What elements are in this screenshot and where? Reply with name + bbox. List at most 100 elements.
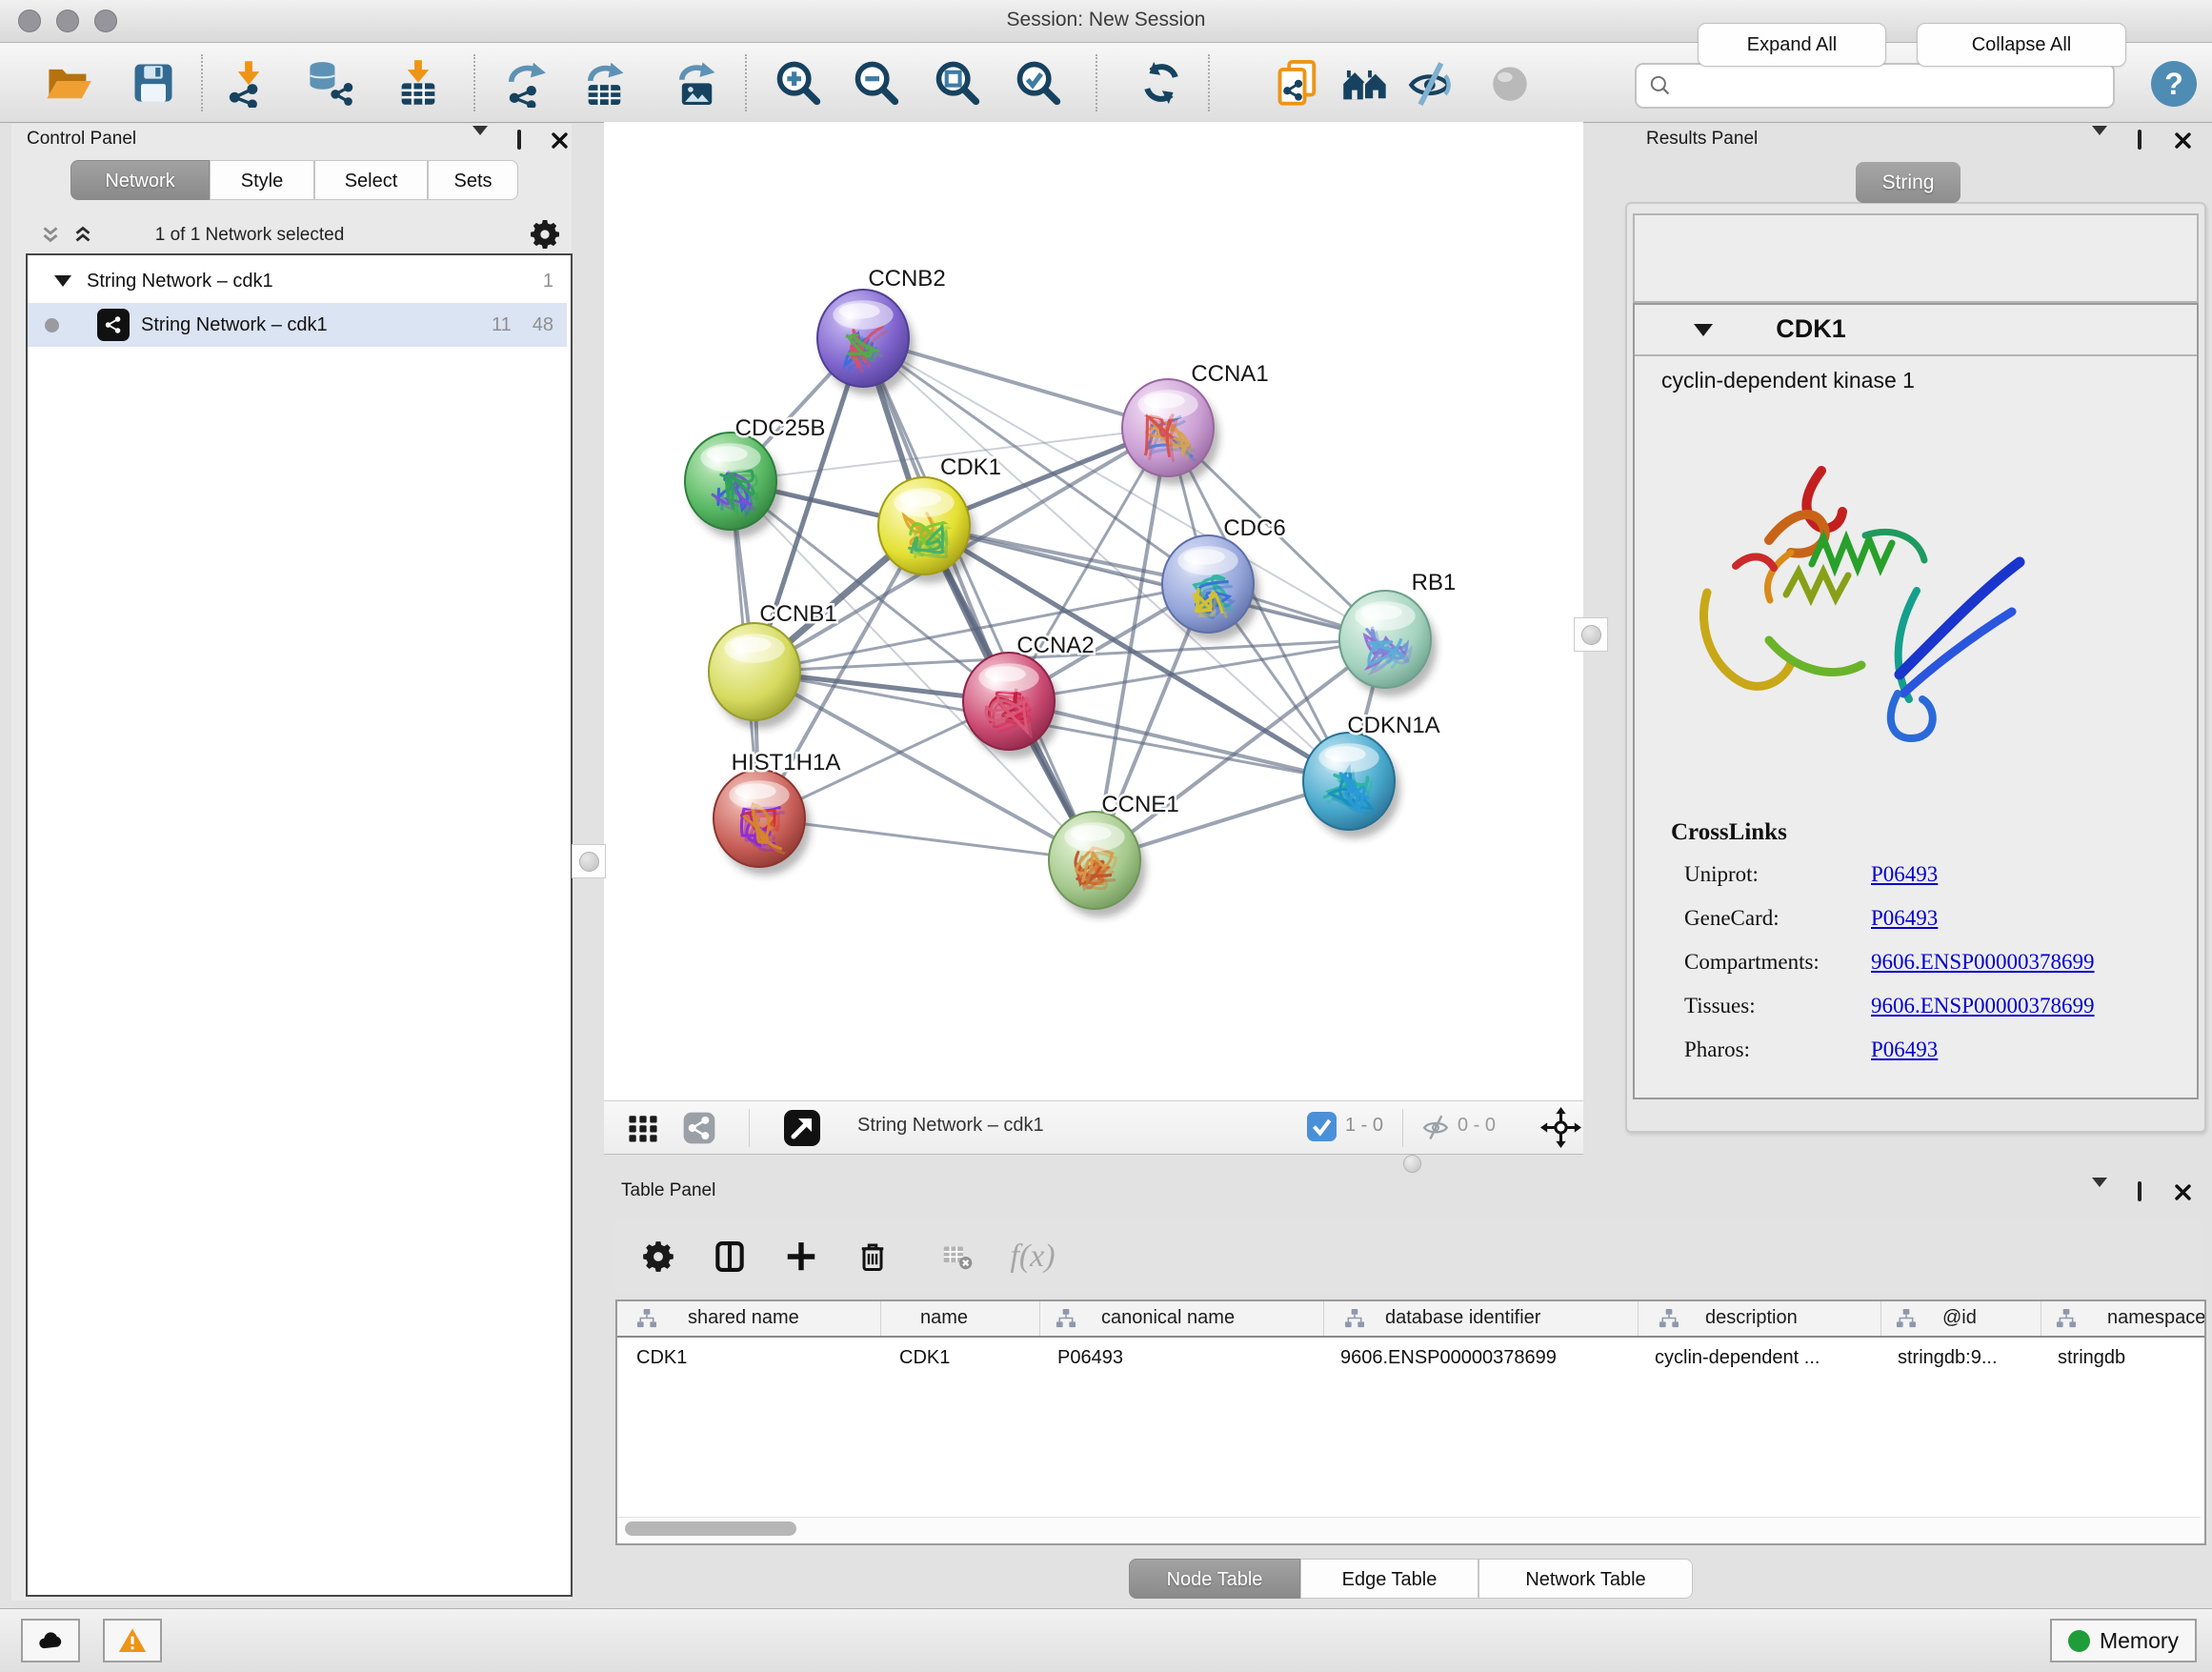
table-header-row[interactable]: shared name name canonical name database id…: [617, 1301, 2204, 1338]
left-splitter-handle[interactable]: [572, 844, 606, 878]
crosslink-url[interactable]: 9606.ENSP00000378699: [1871, 994, 2095, 1018]
zoom-in-icon[interactable]: [772, 56, 825, 110]
column-separator[interactable]: [1039, 1301, 1040, 1336]
table-panel-float-icon[interactable]: [2138, 1183, 2142, 1200]
import-network-from-database-icon[interactable]: [303, 56, 356, 110]
table-panel-close-icon[interactable]: [2174, 1183, 2192, 1206]
tab-style[interactable]: Style: [210, 160, 314, 200]
collapse-all-button[interactable]: Collapse All: [1917, 23, 2126, 67]
crosslink-url[interactable]: P06493: [1871, 906, 1938, 931]
column-header[interactable]: description: [1705, 1307, 1798, 1329]
table-cell[interactable]: stringdb:9...: [1898, 1347, 1998, 1369]
right-splitter-handle[interactable]: [1574, 617, 1608, 652]
column-header[interactable]: database identifier: [1385, 1307, 1540, 1329]
table-cell[interactable]: 9606.ENSP00000378699: [1340, 1347, 1557, 1369]
crosslink-url[interactable]: P06493: [1871, 1037, 1938, 1062]
first-neighbors-icon[interactable]: [1338, 56, 1392, 110]
hide-selected-icon[interactable]: [1405, 56, 1458, 110]
tab-network[interactable]: Network: [70, 160, 210, 200]
column-separator[interactable]: [880, 1301, 881, 1336]
crosslink-url[interactable]: 9606.ENSP00000378699: [1871, 950, 2095, 975]
cloud-button[interactable]: [21, 1619, 80, 1662]
search-input[interactable]: [1635, 63, 2115, 109]
tab-edge-table[interactable]: Edge Table: [1300, 1559, 1478, 1599]
tree-expander-icon[interactable]: [54, 275, 71, 287]
network-row-selected[interactable]: String Network – cdk1 11 48: [28, 303, 567, 347]
scrollbar-thumb[interactable]: [625, 1521, 796, 1536]
zoom-selected-icon[interactable]: [1012, 56, 1065, 110]
column-header[interactable]: shared name: [688, 1307, 799, 1329]
export-network-icon[interactable]: [500, 56, 553, 110]
column-header[interactable]: canonical name: [1101, 1307, 1235, 1329]
tab-select[interactable]: Select: [314, 160, 428, 200]
node-label[interactable]: CCNB2: [868, 266, 945, 292]
column-separator[interactable]: [1638, 1301, 1639, 1336]
table-cell[interactable]: CDK1: [636, 1347, 687, 1369]
network-view-canvas[interactable]: CCNB2 CCNA1 CDC25B CDK1 CDC6 RB1 CCNB1 CCNA2 CDK…: [604, 122, 1583, 1100]
table-cell[interactable]: CDK1: [899, 1347, 950, 1369]
network-collection-row[interactable]: String Network – cdk1 1: [28, 259, 567, 303]
new-network-from-selection-icon[interactable]: [1272, 56, 1325, 110]
help-button[interactable]: ?: [2151, 61, 2197, 107]
export-image-icon[interactable]: [670, 56, 723, 110]
fit-content-icon[interactable]: [1539, 1106, 1582, 1154]
import-network-from-file-icon[interactable]: [222, 56, 275, 110]
node-label[interactable]: RB1: [1412, 570, 1457, 595]
node-label[interactable]: CCNA2: [1016, 633, 1094, 658]
export-table-icon[interactable]: [578, 56, 632, 110]
node-label[interactable]: CDC25B: [735, 415, 826, 441]
zoom-fit-icon[interactable]: [931, 56, 984, 110]
node-label[interactable]: CDC6: [1223, 515, 1285, 541]
node-label[interactable]: CDK1: [940, 454, 1001, 480]
control-panel-close-icon[interactable]: [551, 131, 569, 154]
save-session-icon[interactable]: [127, 56, 180, 110]
import-table-from-file-icon[interactable]: [392, 56, 445, 110]
string-view-icon[interactable]: [680, 1109, 718, 1152]
node-label[interactable]: CCNA1: [1191, 361, 1268, 387]
grid-view-icon[interactable]: [624, 1109, 662, 1152]
open-session-icon[interactable]: [42, 56, 95, 110]
control-panel-menu-icon[interactable]: [473, 135, 488, 152]
tab-sets[interactable]: Sets: [428, 160, 518, 200]
column-header[interactable]: @id: [1942, 1307, 1977, 1329]
memory-button[interactable]: Memory: [2050, 1619, 2197, 1662]
create-column-icon[interactable]: [775, 1231, 827, 1282]
tab-node-table[interactable]: Node Table: [1129, 1559, 1300, 1599]
bottom-splitter-handle[interactable]: [1403, 1155, 1421, 1173]
show-columns-icon[interactable]: [704, 1231, 755, 1282]
table-cell[interactable]: P06493: [1057, 1347, 1123, 1369]
toolbar-separator: [745, 54, 747, 111]
network-panel-gear-icon[interactable]: [528, 217, 562, 256]
delete-column-icon[interactable]: [847, 1231, 898, 1282]
column-separator[interactable]: [1323, 1301, 1324, 1336]
table-cell[interactable]: stringdb: [2058, 1347, 2125, 1369]
node-label[interactable]: CCNE1: [1101, 792, 1178, 817]
table-cell[interactable]: cyclin-dependent ...: [1655, 1347, 1820, 1369]
crosslink-url[interactable]: P06493: [1871, 862, 1938, 887]
gene-card-header[interactable]: CDK1: [1635, 305, 2197, 356]
zoom-out-icon[interactable]: [850, 56, 903, 110]
table-settings-gear-icon[interactable]: [633, 1231, 684, 1282]
string-network-graph[interactable]: CCNB2 CCNA1 CDC25B CDK1 CDC6 RB1 CCNB1 CCNA2 CDK…: [604, 122, 1583, 1100]
tab-network-table[interactable]: Network Table: [1478, 1559, 1693, 1599]
results-panel-close-icon[interactable]: [2174, 131, 2192, 154]
gene-card-expander-icon[interactable]: [1694, 324, 1713, 336]
apply-preferred-layout-icon[interactable]: [1135, 56, 1188, 110]
control-panel-float-icon[interactable]: [517, 131, 521, 149]
column-header[interactable]: namespace: [2107, 1307, 2205, 1329]
node-label[interactable]: CCNB1: [759, 601, 836, 627]
tab-string[interactable]: String: [1856, 162, 1961, 203]
node-label[interactable]: CDKN1A: [1347, 713, 1439, 738]
birdseye-view-icon[interactable]: [781, 1107, 823, 1154]
expand-all-button[interactable]: Expand All: [1698, 23, 1886, 67]
results-panel-menu-icon[interactable]: [2092, 135, 2107, 152]
table-panel-menu-icon[interactable]: [2092, 1187, 2107, 1204]
results-panel-float-icon[interactable]: [2138, 131, 2142, 149]
warning-button[interactable]: [103, 1619, 162, 1662]
table-horizontal-scrollbar[interactable]: [617, 1517, 2201, 1541]
column-separator[interactable]: [1880, 1301, 1881, 1336]
column-header[interactable]: name: [920, 1307, 968, 1329]
selected-checkbox-icon[interactable]: [1307, 1112, 1337, 1146]
node-label[interactable]: HIST1H1A: [732, 750, 841, 776]
node-table[interactable]: shared name name canonical name database id…: [615, 1299, 2206, 1545]
